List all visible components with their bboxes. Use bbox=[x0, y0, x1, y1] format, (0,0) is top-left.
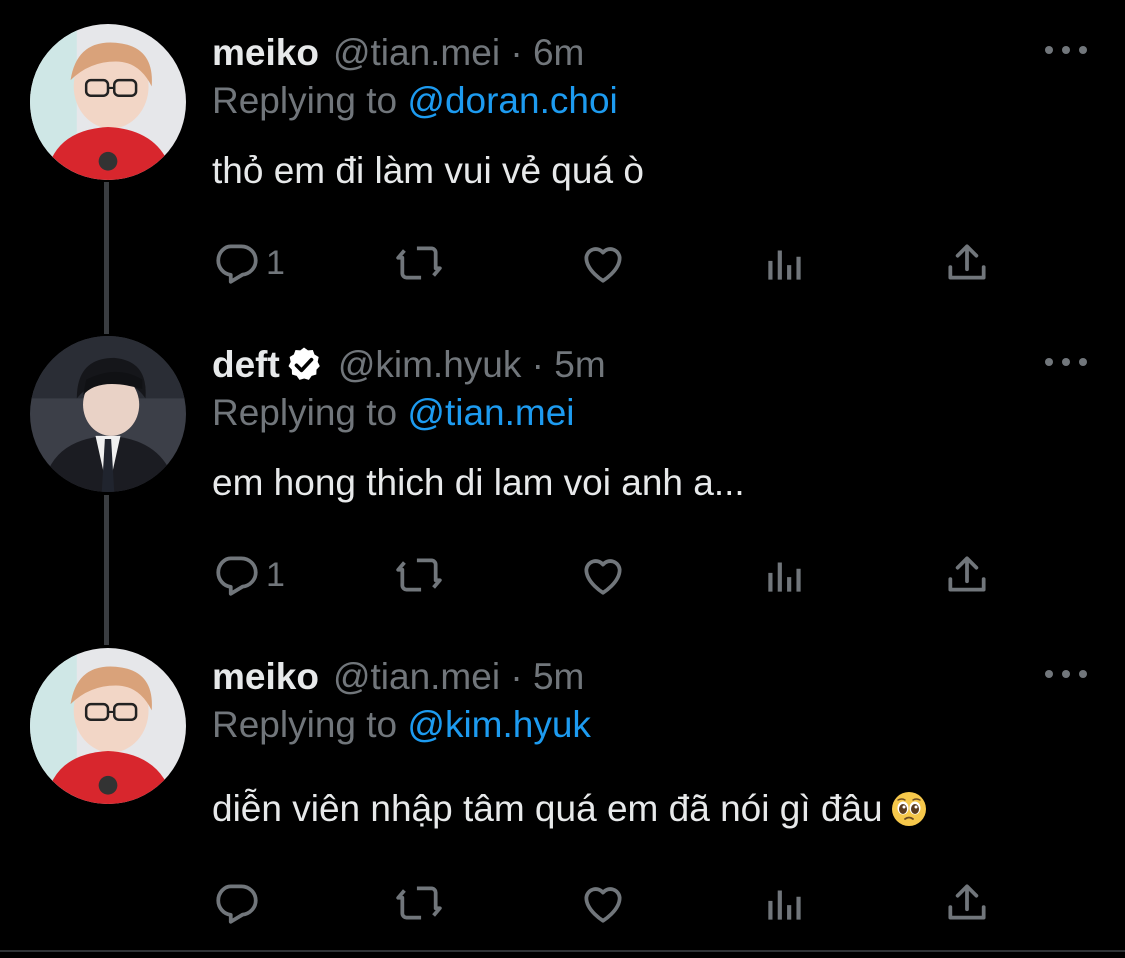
user-handle[interactable]: @kim.hyuk · 5m bbox=[338, 344, 606, 386]
views-button[interactable] bbox=[760, 878, 810, 928]
separator-dot: · bbox=[510, 32, 523, 73]
handle-text: @tian.mei bbox=[332, 32, 501, 73]
tweet-text-content: diễn viên nhập tâm quá em đã nói gì đâu bbox=[212, 788, 883, 829]
avatar[interactable] bbox=[30, 336, 186, 492]
separator-dot: · bbox=[510, 656, 523, 697]
divider bbox=[0, 950, 1125, 952]
like-button[interactable] bbox=[578, 238, 628, 288]
replying-to-label: Replying to bbox=[212, 392, 398, 433]
timestamp[interactable]: 5m bbox=[533, 656, 584, 697]
reply-count: 1 bbox=[266, 243, 285, 282]
reply-count: 1 bbox=[266, 555, 285, 594]
replying-to-line: Replying to @kim.hyuk bbox=[212, 704, 591, 746]
tweet-text: diễn viên nhập tâm quá em đã nói gì đâu bbox=[212, 788, 927, 830]
reply-icon bbox=[216, 556, 258, 596]
tweet-header: meiko @tian.mei · 6m bbox=[212, 28, 584, 78]
tweet-text: em hong thich di lam voi anh a... bbox=[212, 462, 745, 503]
more-options-icon[interactable] bbox=[1045, 348, 1087, 376]
heart-icon bbox=[584, 247, 622, 283]
reply-icon bbox=[216, 884, 258, 924]
retweet-icon bbox=[396, 558, 442, 592]
display-name[interactable]: meiko bbox=[212, 32, 319, 74]
tweet[interactable]: meiko @tian.mei · 5m Replying to @kim.hy… bbox=[0, 624, 1125, 944]
views-button[interactable] bbox=[760, 238, 810, 288]
verified-badge-icon bbox=[284, 345, 324, 385]
reply-button[interactable]: 1 bbox=[212, 238, 285, 288]
reply-button[interactable] bbox=[212, 878, 266, 928]
retweet-icon bbox=[396, 246, 442, 280]
replying-to-label: Replying to bbox=[212, 704, 398, 745]
reply-icon bbox=[216, 244, 258, 284]
more-options-icon[interactable] bbox=[1045, 660, 1087, 688]
replying-to-line: Replying to @tian.mei bbox=[212, 392, 575, 434]
tweet-actions bbox=[212, 878, 1012, 928]
tweet[interactable]: meiko @tian.mei · 6m Replying to @doran.… bbox=[0, 0, 1125, 312]
share-icon bbox=[948, 244, 986, 280]
tweet-text: thỏ em đi làm vui vẻ quá ò bbox=[212, 150, 644, 191]
share-button[interactable] bbox=[942, 550, 992, 600]
share-icon bbox=[948, 884, 986, 920]
replying-to-label: Replying to bbox=[212, 80, 398, 121]
heart-icon bbox=[584, 887, 622, 923]
more-options-icon[interactable] bbox=[1045, 36, 1087, 64]
reply-button[interactable]: 1 bbox=[212, 550, 285, 600]
replying-to-line: Replying to @doran.choi bbox=[212, 80, 618, 122]
display-name[interactable]: meiko bbox=[212, 656, 319, 698]
share-button[interactable] bbox=[942, 878, 992, 928]
retweet-button[interactable] bbox=[394, 550, 444, 600]
analytics-icon bbox=[768, 890, 801, 920]
handle-text: @kim.hyuk bbox=[337, 344, 522, 385]
views-button[interactable] bbox=[760, 550, 810, 600]
mention-link[interactable]: @doran.choi bbox=[407, 80, 617, 121]
display-name[interactable]: deft bbox=[212, 344, 280, 386]
analytics-icon bbox=[768, 250, 801, 280]
timestamp[interactable]: 6m bbox=[533, 32, 584, 73]
tweet-header: meiko @tian.mei · 5m bbox=[212, 652, 584, 702]
retweet-icon bbox=[396, 886, 442, 920]
heart-icon bbox=[584, 559, 622, 595]
retweet-button[interactable] bbox=[394, 238, 444, 288]
mention-link[interactable]: @kim.hyuk bbox=[407, 704, 591, 745]
share-icon bbox=[948, 556, 986, 592]
user-handle[interactable]: @tian.mei · 5m bbox=[333, 656, 584, 698]
separator-dot: · bbox=[531, 344, 544, 385]
tweet-actions: 1 bbox=[212, 238, 1012, 288]
pleading-face-icon bbox=[891, 791, 927, 827]
timestamp[interactable]: 5m bbox=[554, 344, 605, 385]
share-button[interactable] bbox=[942, 238, 992, 288]
reply-thread: meiko @tian.mei · 6m Replying to @doran.… bbox=[0, 0, 1125, 958]
mention-link[interactable]: @tian.mei bbox=[407, 392, 574, 433]
handle-text: @tian.mei bbox=[332, 656, 501, 697]
tweet[interactable]: deft @kim.hyuk · 5m Replying to @tian.me… bbox=[0, 312, 1125, 624]
tweet-header: deft @kim.hyuk · 5m bbox=[212, 340, 606, 390]
retweet-button[interactable] bbox=[394, 878, 444, 928]
avatar[interactable] bbox=[30, 24, 186, 180]
like-button[interactable] bbox=[578, 878, 628, 928]
user-handle[interactable]: @tian.mei · 6m bbox=[333, 32, 584, 74]
tweet-actions: 1 bbox=[212, 550, 1012, 600]
like-button[interactable] bbox=[578, 550, 628, 600]
avatar[interactable] bbox=[30, 648, 186, 804]
analytics-icon bbox=[768, 562, 801, 592]
